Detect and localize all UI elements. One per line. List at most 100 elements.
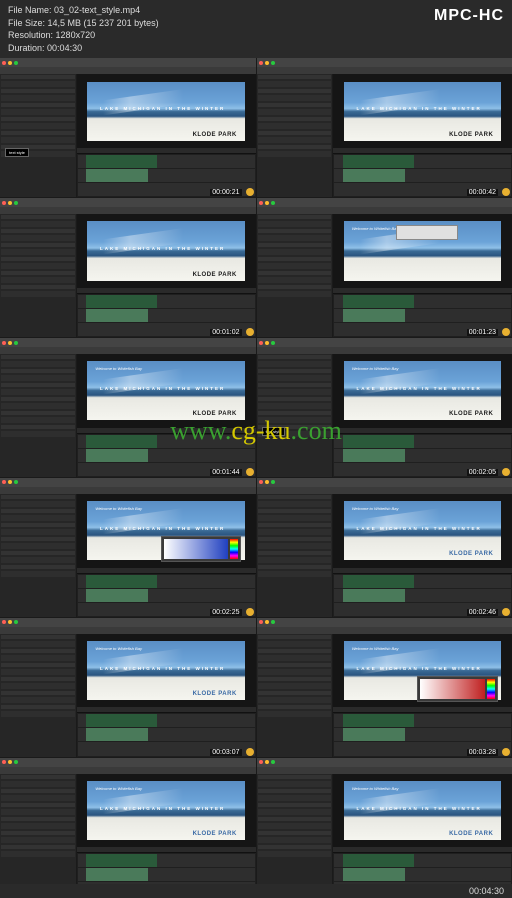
timeline-track[interactable]	[334, 728, 511, 741]
thumbnail[interactable]: LAKE MICHIGAN IN THE WINTERKLODE PARK00:…	[257, 58, 512, 197]
text-location[interactable]: KLODE PARK	[449, 551, 493, 557]
dialog-box[interactable]	[396, 225, 459, 240]
property-row[interactable]	[258, 795, 332, 801]
timeline-track[interactable]	[78, 714, 255, 727]
property-row[interactable]	[258, 375, 332, 381]
properties-panel[interactable]	[0, 354, 77, 477]
text-headline[interactable]: LAKE MICHIGAN IN THE WINTER	[357, 806, 482, 811]
timeline-clip[interactable]	[86, 169, 148, 182]
preview-viewport[interactable]: LAKE MICHIGAN IN THE WINTERKLODE PARK	[77, 214, 256, 288]
property-row[interactable]	[1, 277, 75, 283]
properties-panel[interactable]	[257, 74, 334, 197]
property-row[interactable]	[1, 803, 75, 807]
property-row[interactable]	[258, 215, 332, 219]
timeline-track[interactable]	[78, 435, 255, 448]
property-row[interactable]	[1, 263, 75, 269]
minimize-icon[interactable]	[8, 61, 12, 65]
property-row[interactable]	[1, 795, 75, 801]
minimize-icon[interactable]	[265, 341, 269, 345]
property-row[interactable]	[258, 117, 332, 121]
text-headline[interactable]: LAKE MICHIGAN IN THE WINTER	[357, 526, 482, 531]
property-row[interactable]	[258, 683, 332, 689]
property-row[interactable]	[258, 705, 332, 709]
property-row[interactable]	[258, 75, 332, 79]
text-welcome[interactable]: Welcome to Whitefish Bay	[95, 646, 142, 651]
text-headline[interactable]: LAKE MICHIGAN IN THE WINTER	[100, 666, 225, 671]
text-welcome[interactable]: Welcome to Whitefish Bay	[352, 366, 399, 371]
thumbnail[interactable]: Welcome to Whitefish Bay00:01:23	[257, 198, 512, 337]
property-row[interactable]	[258, 515, 332, 521]
minimize-icon[interactable]	[265, 61, 269, 65]
property-row[interactable]	[258, 89, 332, 93]
stage[interactable]: Welcome to Whitefish Bay LAKE MICHIGAN IN…	[344, 361, 501, 420]
thumbnail[interactable]: LAKE MICHIGAN IN THE WINTERKLODE PARKtex…	[0, 58, 256, 197]
property-row[interactable]	[1, 509, 75, 513]
maximize-icon[interactable]	[271, 341, 275, 345]
property-row[interactable]	[1, 523, 75, 527]
window-titlebar[interactable]	[0, 478, 256, 487]
menubar[interactable]	[257, 627, 512, 634]
thumbnail[interactable]: Welcome to Whitefish Bay LAKE MICHIGAN IN…	[257, 758, 512, 897]
window-titlebar[interactable]	[0, 618, 256, 627]
window-titlebar[interactable]	[257, 198, 512, 207]
text-location[interactable]: KLODE PARK	[193, 272, 237, 278]
property-row[interactable]	[258, 851, 332, 857]
property-row[interactable]	[258, 691, 332, 695]
properties-panel[interactable]	[0, 634, 77, 757]
maximize-icon[interactable]	[271, 61, 275, 65]
preview-viewport[interactable]: Welcome to Whitefish Bay LAKE MICHIGAN IN…	[333, 774, 512, 848]
maximize-icon[interactable]	[14, 480, 18, 484]
property-row[interactable]	[258, 263, 332, 269]
timeline-clip[interactable]	[343, 169, 405, 182]
maximize-icon[interactable]	[271, 480, 275, 484]
preview-viewport[interactable]: LAKE MICHIGAN IN THE WINTERKLODE PARK	[333, 74, 512, 148]
preview-viewport[interactable]: Welcome to Whitefish Bay LAKE MICHIGAN IN…	[77, 634, 256, 708]
window-titlebar[interactable]	[257, 338, 512, 347]
menubar[interactable]	[0, 487, 256, 494]
property-row[interactable]	[1, 669, 75, 675]
property-row[interactable]	[258, 361, 332, 367]
timeline-clip[interactable]	[86, 435, 157, 448]
timeline-clip[interactable]	[343, 295, 414, 308]
property-row[interactable]	[1, 837, 75, 843]
property-row[interactable]	[1, 809, 75, 815]
stage[interactable]: Welcome to Whitefish Bay LAKE MICHIGAN IN…	[87, 641, 244, 700]
thumbnail[interactable]: Welcome to Whitefish BayLAKE MICHIGAN IN…	[0, 478, 256, 617]
timeline-clip[interactable]	[86, 449, 148, 462]
property-row[interactable]	[1, 137, 75, 143]
property-row[interactable]	[1, 355, 75, 359]
timeline-track[interactable]	[334, 295, 511, 308]
property-row[interactable]	[1, 851, 75, 857]
text-location[interactable]: KLODE PARK	[193, 132, 237, 138]
stage[interactable]: LAKE MICHIGAN IN THE WINTER KLODE PARK	[87, 82, 244, 141]
timeline-track[interactable]	[78, 309, 255, 322]
property-row[interactable]	[258, 565, 332, 569]
timeline-clip[interactable]	[86, 714, 157, 727]
text-headline[interactable]: LAKE MICHIGAN IN THE WINTER	[357, 386, 482, 391]
timeline-clip[interactable]	[86, 295, 157, 308]
text-headline[interactable]: LAKE MICHIGAN IN THE WINTER	[100, 106, 225, 111]
text-welcome[interactable]: Welcome to Whitefish Bay	[352, 786, 399, 791]
timeline-clip[interactable]	[343, 868, 405, 881]
properties-panel[interactable]	[257, 634, 334, 757]
property-row[interactable]	[258, 837, 332, 843]
property-row[interactable]	[1, 229, 75, 233]
close-icon[interactable]	[259, 341, 263, 345]
text-welcome[interactable]: Welcome to Whitefish Bay	[95, 786, 142, 791]
property-row[interactable]	[1, 845, 75, 849]
property-row[interactable]	[258, 285, 332, 289]
property-row[interactable]	[258, 635, 332, 639]
property-row[interactable]	[258, 397, 332, 401]
property-row[interactable]	[1, 683, 75, 689]
property-row[interactable]	[1, 571, 75, 577]
property-row[interactable]	[258, 411, 332, 415]
timeline-track[interactable]	[78, 295, 255, 308]
timeline-track[interactable]	[334, 714, 511, 727]
properties-panel[interactable]	[0, 774, 77, 897]
timeline-track[interactable]	[334, 854, 511, 867]
close-icon[interactable]	[2, 61, 6, 65]
menubar[interactable]	[257, 347, 512, 354]
property-row[interactable]	[258, 257, 332, 261]
menubar[interactable]	[0, 347, 256, 354]
property-row[interactable]	[258, 291, 332, 297]
